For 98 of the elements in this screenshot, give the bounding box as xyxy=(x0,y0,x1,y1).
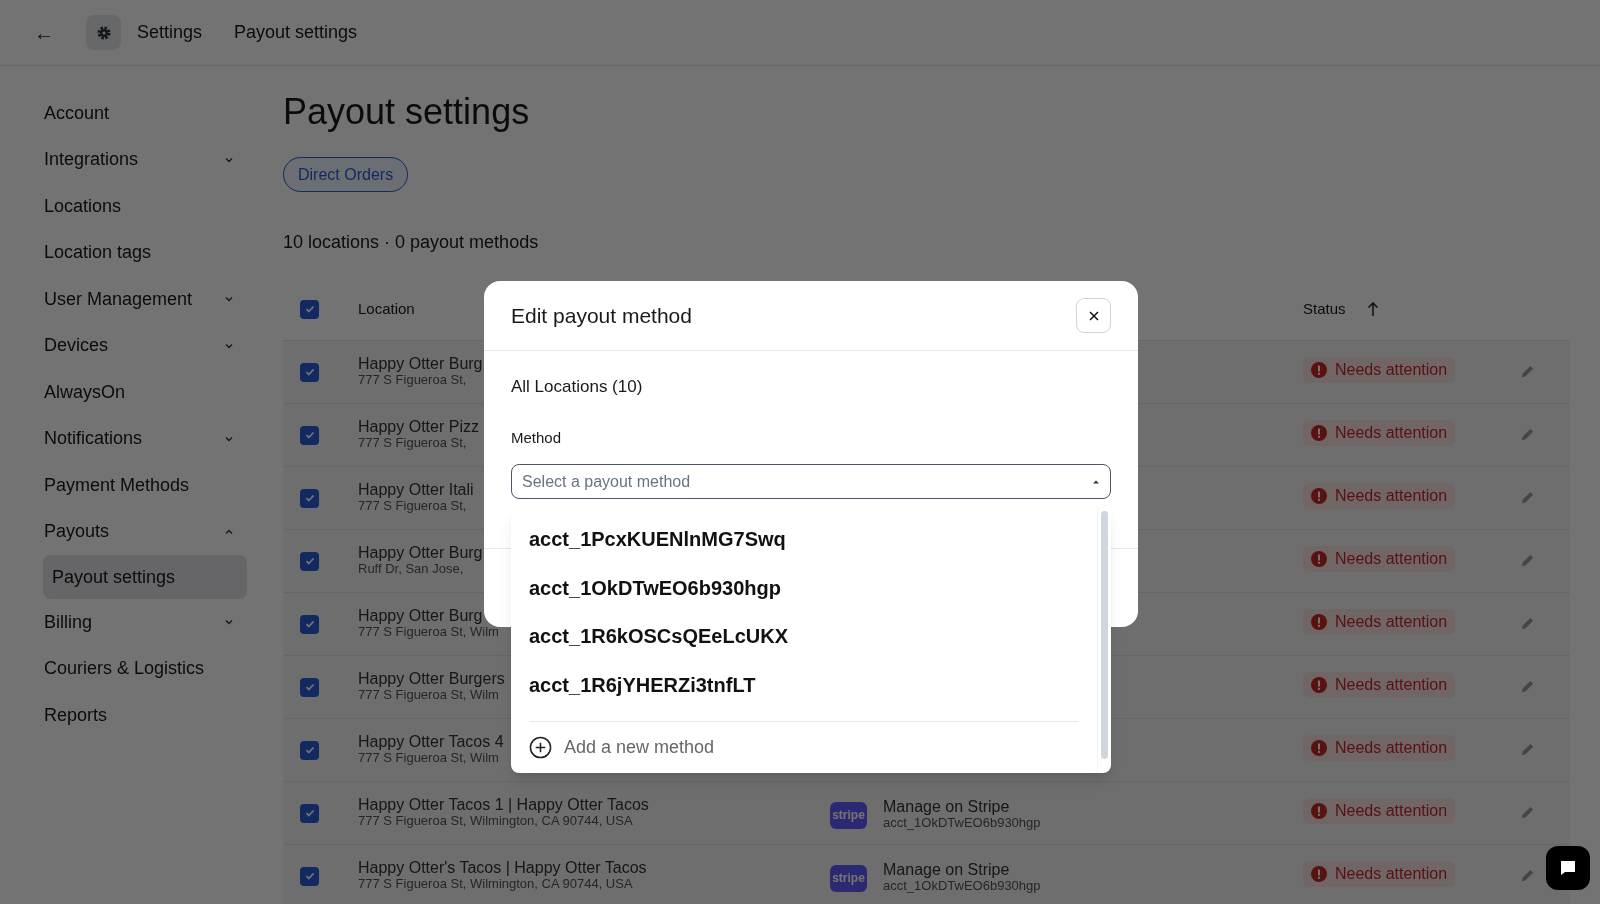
location-name: Happy Otter Burg xyxy=(358,545,483,561)
edit-icon[interactable] xyxy=(1520,427,1535,442)
plus-circle-icon xyxy=(529,735,552,759)
checkbox[interactable] xyxy=(300,803,319,823)
checkbox[interactable] xyxy=(300,488,319,508)
dropdown-option[interactable]: acct_1R6kOSCsQEeLcUKX xyxy=(511,612,1097,661)
dropdown-option[interactable]: acct_1R6jYHERZi3tnfLT xyxy=(511,660,1097,709)
checkmark-icon xyxy=(303,807,316,819)
checkmark-icon xyxy=(303,744,316,756)
gear-icon xyxy=(95,24,112,41)
checkmark-icon xyxy=(303,681,316,693)
edit-icon[interactable] xyxy=(1520,553,1535,568)
alert-icon xyxy=(1311,425,1327,441)
checkbox[interactable] xyxy=(300,677,319,697)
status-badge: Needs attention xyxy=(1303,735,1456,761)
dropdown-option[interactable]: acct_1OkDTwEO6b930hgp xyxy=(511,563,1097,612)
location-name: Happy Otter's Tacos | Happy Otter Tacos xyxy=(358,860,647,876)
location-address: Ruff Dr, San Jose, xyxy=(358,561,465,577)
alert-icon xyxy=(1311,866,1327,882)
scrollbar-thumb[interactable] xyxy=(1101,511,1108,759)
column-header[interactable]: Location xyxy=(358,297,415,321)
location-name: Happy Otter Burg xyxy=(358,608,484,624)
filter-chip[interactable]: Direct Orders xyxy=(283,157,409,192)
sidebar-subitem[interactable]: Payout settings xyxy=(43,555,247,599)
checkmark-icon xyxy=(303,492,316,504)
edit-icon[interactable] xyxy=(1520,868,1535,883)
checkbox[interactable] xyxy=(300,740,319,760)
status-badge: Needs attention xyxy=(1303,861,1456,887)
settings-button[interactable] xyxy=(86,15,121,50)
location-address: 777 S Figueroa St, xyxy=(358,498,468,514)
alert-icon xyxy=(1311,677,1327,693)
location-name: Happy Otter Burg xyxy=(358,356,483,372)
add-method-option[interactable]: Add a new method xyxy=(511,722,1097,772)
alert-icon xyxy=(1311,488,1327,504)
alert-icon xyxy=(1311,551,1327,567)
checkbox[interactable] xyxy=(300,299,319,319)
back-button[interactable]: ← xyxy=(34,17,54,48)
sort-ascending-icon[interactable] xyxy=(1367,301,1379,317)
location-address: 777 S Figueroa St, xyxy=(358,372,468,388)
breadcrumb-section[interactable]: Settings xyxy=(137,19,203,46)
edit-icon[interactable] xyxy=(1520,742,1535,757)
alert-icon xyxy=(1311,740,1327,756)
payout-method-select[interactable]: Select a payout method xyxy=(511,464,1111,499)
location-name: Happy Otter Pizz xyxy=(358,419,479,435)
edit-icon[interactable] xyxy=(1520,490,1535,505)
edit-icon[interactable] xyxy=(1520,616,1535,631)
stripe-logo: stripe xyxy=(830,801,867,829)
checkbox[interactable] xyxy=(300,866,319,886)
location-address: 777 S Figueroa St, xyxy=(358,435,468,451)
location-address: 777 S Figueroa St, Wilmington, CA 90744, USA xyxy=(358,876,634,892)
checkmark-icon xyxy=(303,618,316,630)
status-badge: Needs attention xyxy=(1303,357,1456,383)
field-label: Method xyxy=(511,428,563,448)
edit-icon[interactable] xyxy=(1520,364,1535,379)
location-address: 777 S Figueroa St, Wilm xyxy=(358,687,500,703)
checkmark-icon xyxy=(303,366,316,378)
alert-icon xyxy=(1311,803,1327,819)
checkmark-icon xyxy=(303,303,316,315)
checkbox[interactable] xyxy=(300,425,319,445)
chat-button[interactable] xyxy=(1546,846,1590,890)
status-badge: Needs attention xyxy=(1303,420,1456,446)
checkmark-icon xyxy=(303,555,316,567)
status-badge: Needs attention xyxy=(1303,546,1456,572)
checkbox[interactable] xyxy=(300,551,319,571)
account-id: acct_1OkDTwEO6b930hgp xyxy=(883,815,1041,831)
page-title: Payout settings xyxy=(283,90,531,134)
column-header[interactable]: Status xyxy=(1303,297,1346,321)
checkbox[interactable] xyxy=(300,614,319,634)
breadcrumb-page: Payout settings xyxy=(234,21,358,44)
method-name: Manage on Stripe xyxy=(883,862,1011,878)
close-button[interactable] xyxy=(1076,298,1111,333)
stripe-logo: stripe xyxy=(830,864,867,892)
modal-title: Edit payout method xyxy=(511,302,692,329)
alert-icon xyxy=(1311,614,1327,630)
status-badge: Needs attention xyxy=(1303,672,1456,698)
scope-label: All Locations (10) xyxy=(511,376,644,398)
location-name: Happy Otter Tacos 4 xyxy=(358,734,504,750)
status-badge: Needs attention xyxy=(1303,483,1456,509)
location-name: Happy Otter Tacos 1 | Happy Otter Tacos xyxy=(358,797,649,813)
location-address: 777 S Figueroa St, Wilm xyxy=(358,624,499,640)
account-id: acct_1OkDTwEO6b930hgp xyxy=(883,878,1041,894)
edit-icon[interactable] xyxy=(1520,805,1535,820)
checkmark-icon xyxy=(303,870,316,882)
location-address: 777 S Figueroa St, Wilmington, CA 90744, USA xyxy=(358,813,634,829)
dropdown-option[interactable]: acct_1PcxKUENlnMG7Swq xyxy=(511,515,1097,564)
location-address: 777 S Figueroa St, Wilm xyxy=(358,750,500,766)
summary-text: 10 locations · 0 payout methods xyxy=(283,231,540,253)
edit-icon[interactable] xyxy=(1520,679,1535,694)
alert-icon xyxy=(1311,362,1327,378)
method-name: Manage on Stripe xyxy=(883,799,1011,815)
close-icon xyxy=(1087,309,1100,322)
status-badge: Needs attention xyxy=(1303,798,1456,824)
checkbox[interactable] xyxy=(300,362,319,382)
chat-icon xyxy=(1558,858,1578,878)
checkmark-icon xyxy=(303,429,316,441)
location-name: Happy Otter Burgers xyxy=(358,671,505,687)
status-badge: Needs attention xyxy=(1303,609,1456,635)
location-name: Happy Otter Itali xyxy=(358,482,474,498)
